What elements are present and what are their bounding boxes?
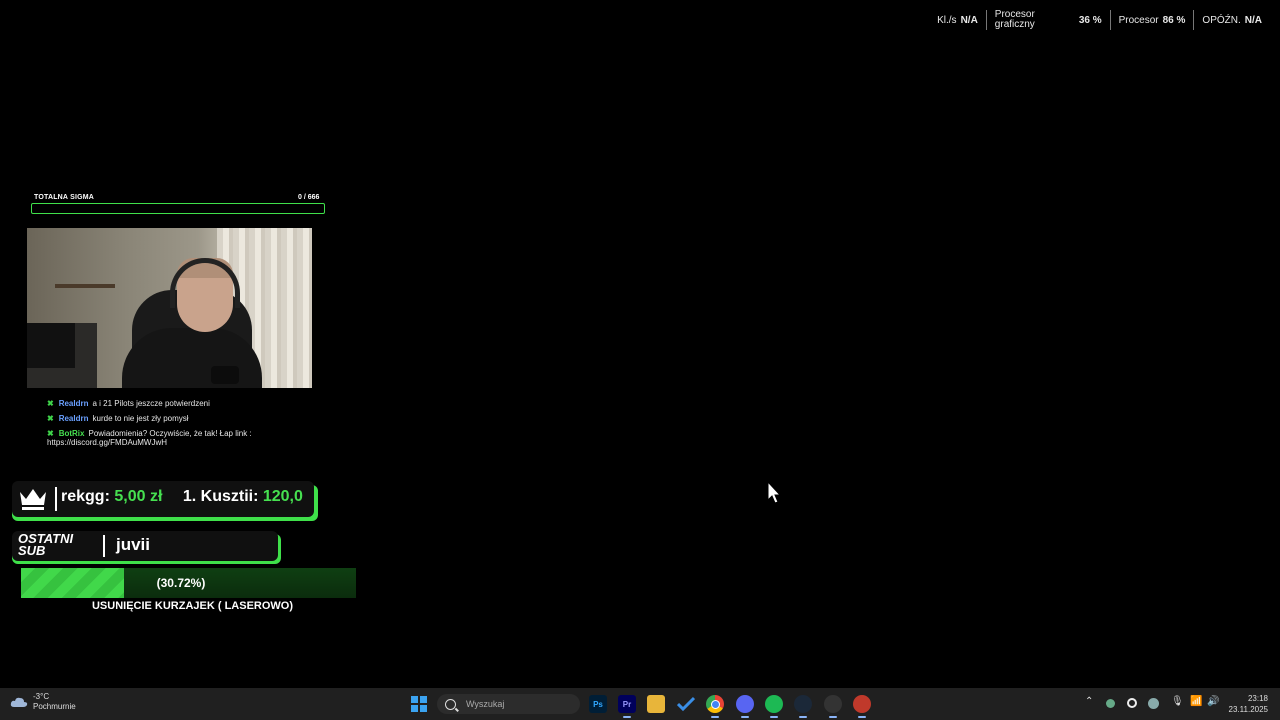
shelf [55, 284, 115, 288]
volume-icon[interactable]: 🔊 [1207, 696, 1219, 707]
chat-message: ✖ Realdrn kurde to nie jest zły pomysł [47, 411, 317, 426]
weather-temp: -3°C [33, 692, 50, 701]
start-tile [411, 705, 418, 712]
chat-badge-icon: ✖ [47, 399, 54, 408]
chat-message: ✖ BotRix Powiadomienia? Oczywiście, że t… [47, 426, 317, 448]
chrome-center [710, 699, 720, 709]
chat-text: a i 21 Pilots jeszcze potwierdzeni [92, 399, 210, 408]
chat-badge-icon: ✖ [47, 414, 54, 423]
gpu-value: 36 % [1078, 14, 1102, 26]
gpu-label-line2: graficzny [994, 19, 1035, 30]
spotify-icon[interactable] [765, 695, 783, 718]
file-explorer-icon[interactable] [647, 695, 665, 713]
webcam-feed [27, 228, 312, 388]
donor-text: rekgg: 5,00 zł 1. Kusztii: 120,0 [61, 488, 311, 506]
latency-stat: OPÓŹN. N/A [1193, 10, 1270, 30]
chat-link: https://discord.gg/FMDAuMWJwH [47, 438, 168, 447]
chat-overlay: ✖ Realdrn a i 21 Pilots jeszcze potwierd… [47, 396, 317, 448]
chat-text: kurde to nie jest zły pomysł [92, 414, 189, 423]
sub-goal-percent: (30.72%) [156, 576, 206, 590]
goal-count: 0 / 666 [298, 194, 320, 201]
last-donor-name: rekgg: [61, 488, 110, 505]
fps-stat: Kl./s N/A [929, 10, 986, 30]
chat-username: Realdrn [58, 399, 89, 408]
goal-title: TOTALNA SIGMA [34, 194, 95, 201]
discord-icon[interactable] [736, 695, 754, 718]
gpu-stat: Procesor graficzny 36 % [985, 10, 1110, 30]
app-icon[interactable] [853, 695, 871, 718]
tray-app-icon[interactable] [1127, 698, 1137, 708]
todo-check-icon[interactable] [677, 696, 695, 712]
streamer-body [122, 328, 262, 388]
start-tile [420, 696, 427, 703]
weather-desc: Pochmurnie [33, 702, 76, 711]
photoshop-icon[interactable]: Ps [589, 695, 607, 713]
chrome-icon[interactable] [706, 695, 724, 718]
steam-icon[interactable] [794, 695, 812, 718]
wifi-icon[interactable]: 📶 [1190, 696, 1202, 707]
weather-widget[interactable]: -3°C Pochmurnie [10, 692, 76, 712]
chevron-up-icon[interactable]: ⌃ [1085, 696, 1093, 707]
last-sub-name: juvii [116, 535, 151, 554]
chat-message: ✖ Realdrn a i 21 Pilots jeszcze potwierd… [47, 396, 317, 411]
microphone [211, 366, 239, 384]
last-donor-amount: 5,00 zł [114, 488, 163, 505]
top-donor-amount: 120,0 [262, 488, 303, 505]
last-sub-label-line2: SUB [18, 543, 46, 558]
fps-value: N/A [960, 14, 978, 26]
cloud-icon [10, 697, 28, 707]
taskbar-search[interactable]: Wyszukaj [437, 694, 580, 714]
cpu-stat: Procesor 86 % [1109, 10, 1194, 30]
obs-icon[interactable] [824, 695, 842, 718]
clock[interactable]: 23:18 23.11.2025 [1229, 693, 1268, 715]
search-icon [445, 698, 456, 710]
monitor [27, 323, 75, 368]
tray-app-icon[interactable] [1106, 699, 1115, 708]
microphone-icon[interactable]: 🎙 [1171, 696, 1184, 707]
cpu-value: 86 % [1162, 14, 1186, 26]
top-donor-bar: rekgg: 5,00 zł 1. Kusztii: 120,0 [12, 481, 314, 517]
windows-start-icon[interactable] [411, 696, 427, 712]
divider [55, 487, 57, 511]
latency-value: N/A [1244, 14, 1262, 26]
divider [103, 535, 105, 557]
steam-tray-icon[interactable] [1148, 698, 1159, 709]
goal-progress-bar [31, 203, 325, 214]
start-tile [420, 705, 427, 712]
last-sub-label: OSTATNI SUB [18, 532, 73, 558]
crown-icon [20, 489, 46, 510]
top-donor-name: 1. Kusztii: [182, 488, 259, 505]
performance-overlay: Kl./s N/A Procesor graficzny 36 % Proces… [929, 10, 1270, 30]
cpu-label: Procesor [1118, 14, 1159, 26]
last-sub-bar: OSTATNI SUB juvii [12, 531, 278, 561]
clock-time: 23:18 [1247, 694, 1268, 703]
clock-date: 23.11.2025 [1228, 705, 1268, 714]
chat-username: Realdrn [58, 414, 89, 423]
fps-label: Kl./s [937, 14, 957, 26]
sub-goal-title: USUNIĘCIE KURZAJEK ( LASEROWO) [91, 600, 294, 612]
start-tile [411, 696, 418, 703]
premiere-icon[interactable]: Pr [618, 695, 636, 718]
mouse-cursor-icon [767, 481, 781, 504]
gpu-label: Procesor graficzny [995, 10, 1035, 30]
sub-goal-progress: (30.72%) [21, 568, 356, 598]
latency-label: OPÓŹN. [1202, 14, 1241, 26]
search-placeholder: Wyszukaj [466, 699, 505, 709]
